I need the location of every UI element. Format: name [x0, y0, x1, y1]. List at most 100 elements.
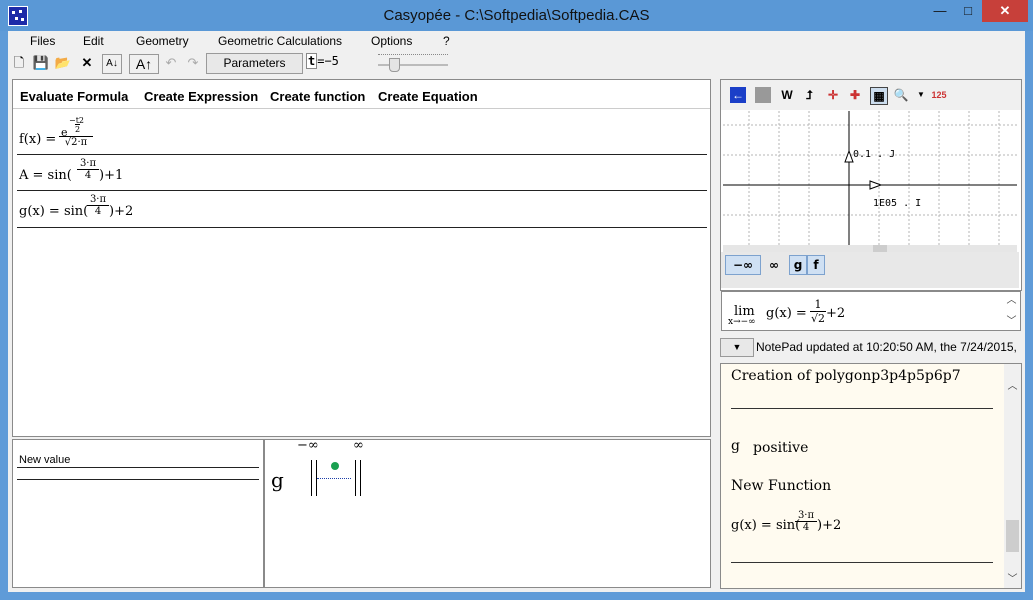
expr-a-den: 4	[77, 169, 99, 181]
limit-result: lim x→−∞ g(x) = 1 √2 +2 ︿ ﹀	[721, 291, 1021, 331]
expression-f[interactable]: f(x) = e −t2 2 √2·π	[17, 116, 707, 155]
evaluate-formula-button[interactable]: Evaluate Formula	[20, 89, 128, 104]
expr-g-den: 4	[87, 205, 109, 217]
scale-icon[interactable]: 125	[931, 87, 947, 103]
t-value: =−5	[317, 54, 339, 68]
expr-f-fraction: e −t2 2 √2·π	[59, 116, 93, 148]
notepad-g-den: 4	[795, 521, 817, 533]
infinity-button[interactable]: ∞	[761, 255, 787, 275]
cross-icon[interactable]: ✚	[847, 87, 863, 103]
expr-g-lhs: g(x) = sin(	[19, 204, 89, 219]
new-file-icon[interactable]: 🗋	[10, 54, 28, 72]
right-bar	[355, 460, 361, 496]
menu-options[interactable]: Options	[371, 34, 412, 48]
minus-infinity-button[interactable]: −∞	[725, 255, 761, 275]
notepad-g-rhs: )+2	[817, 518, 842, 533]
expression-a[interactable]: A = sin( 3·π 4 )+1	[17, 156, 707, 191]
window-w-icon[interactable]: W	[779, 87, 795, 103]
axes-icon[interactable]: ⮥	[801, 87, 817, 103]
t-label: t	[306, 53, 318, 69]
window-title: Casyopée - C:\Softpedia\Softpedia.CAS	[383, 7, 650, 24]
menu-help[interactable]: ?	[443, 34, 450, 48]
maximize-button[interactable]: □	[954, 0, 982, 22]
limit-scrollbar[interactable]: ︿ ﹀	[1003, 292, 1020, 330]
notepad-g-lhs: g(x) = sin(	[731, 518, 801, 533]
close-button[interactable]: ✕	[982, 0, 1028, 22]
back-arrow-icon[interactable]: ←	[730, 87, 746, 103]
notepad-scroll-down-icon[interactable]: ﹀	[1004, 571, 1021, 588]
graph-panel: ← W ⮥ ✛ ✚ ▦ 🔍 ▼ 125 0.1 . J 1E05 . I −∞ …	[720, 79, 1022, 291]
grid	[723, 111, 1017, 245]
increase-font-icon[interactable]: A↑	[129, 54, 159, 74]
redo-icon[interactable]: ↷	[184, 54, 202, 72]
create-expression-button[interactable]: Create Expression	[144, 89, 258, 104]
undo-icon[interactable]: ↶	[162, 54, 180, 72]
lim-expr: g(x) =	[766, 306, 807, 321]
scroll-up-icon[interactable]: ︿	[1003, 292, 1020, 309]
notepad-scrollbar[interactable]: ︿ ﹀	[1004, 364, 1021, 588]
expr-f-exp2: 2	[75, 124, 81, 134]
graph-hscroll[interactable]	[723, 245, 1017, 252]
command-bar: Evaluate Formula Create Expression Creat…	[13, 80, 710, 109]
minimize-button[interactable]: —	[926, 0, 954, 22]
expression-g[interactable]: g(x) = sin( 3·π 4 )+2	[17, 192, 707, 228]
create-equation-button[interactable]: Create Equation	[378, 89, 478, 104]
expr-a-fraction: 3·π 4	[77, 158, 99, 181]
notepad-g-fraction: 3·π 4	[795, 510, 817, 533]
new-value-label: New value	[19, 454, 71, 466]
t-slider-thumb[interactable]	[389, 58, 400, 72]
expr-g-fraction: 3·π 4	[87, 194, 109, 217]
notepad: Creation of polygonp3p4p5p6p7 g positive…	[720, 363, 1022, 589]
plot-area[interactable]: 0.1 . J 1E05 . I	[723, 111, 1017, 245]
notepad-dropdown-button[interactable]: ▼	[720, 338, 754, 357]
variation-func: g	[271, 468, 284, 492]
title-bar: Casyopée - C:\Softpedia\Softpedia.CAS — …	[0, 0, 1033, 31]
limit-buttons: −∞ ∞ g f	[721, 252, 1019, 288]
grid-icon[interactable]: ▦	[870, 87, 888, 105]
notepad-g-num: 3·π	[797, 510, 815, 521]
expr-f-base: e	[61, 126, 68, 139]
create-function-button[interactable]: Create function	[270, 89, 365, 104]
zoom-dropdown-icon[interactable]: ▼	[913, 87, 929, 103]
main-toolbar: 🗋 💾 📂 ✕ A↓ A↑ ↶ ↷ Parameters t =−5	[8, 51, 1025, 75]
graph-toolbar: ← W ⮥ ✛ ✚ ▦ 🔍 ▼ 125	[721, 80, 1021, 110]
menu-edit[interactable]: Edit	[83, 34, 104, 48]
open-folder-icon[interactable]: 📂	[54, 54, 72, 72]
menu-bar: Files Edit Geometry Geometric Calculatio…	[8, 31, 1025, 51]
notepad-new-function: New Function	[731, 478, 832, 494]
variation-right-bound: ∞	[353, 438, 364, 453]
scroll-down-icon[interactable]: ﹀	[1003, 313, 1020, 330]
new-value-panel: New value	[12, 439, 264, 588]
g-function-button[interactable]: g	[789, 255, 807, 275]
menu-files[interactable]: Files	[30, 34, 55, 48]
expr-a-rhs: )+1	[99, 168, 124, 183]
new-value-input[interactable]	[17, 479, 259, 480]
menu-geometry[interactable]: Geometry	[136, 34, 189, 48]
window-frame: Casyopée - C:\Softpedia\Softpedia.CAS — …	[0, 0, 1033, 600]
notepad-divider	[731, 408, 993, 409]
variation-left-bound: −∞	[297, 438, 319, 453]
expr-g-rhs: )+2	[109, 204, 134, 219]
notepad-status: ▼ NotePad updated at 10:20:50 AM, the 7/…	[720, 336, 1025, 358]
y-vector-arrow	[844, 149, 854, 163]
expr-a-lhs: A = sin(	[19, 168, 72, 183]
point-icon[interactable]: ✛	[825, 87, 841, 103]
f-function-button[interactable]: f	[807, 255, 825, 275]
save-icon[interactable]: 💾	[32, 54, 50, 72]
t-parameter: t =−5	[306, 53, 339, 69]
x-unit-label: 1E05 . I	[873, 198, 921, 209]
notepad-scroll-thumb[interactable]	[1006, 520, 1019, 552]
lim-num: 1	[814, 298, 822, 311]
variation-point[interactable]	[331, 462, 339, 470]
y-unit-label: 0.1 . J	[853, 149, 895, 160]
parameters-button[interactable]: Parameters	[206, 53, 303, 74]
variation-table-panel: g −∞ ∞	[264, 438, 711, 588]
menu-geometric-calculations[interactable]: Geometric Calculations	[218, 34, 342, 48]
stop-icon[interactable]	[755, 87, 771, 103]
notepad-scroll-up-icon[interactable]: ︿	[1004, 378, 1021, 395]
decrease-font-icon[interactable]: A↓	[102, 54, 122, 74]
delete-icon[interactable]: ✕	[78, 54, 96, 72]
zoom-icon[interactable]: 🔍	[893, 87, 909, 103]
notepad-status-text: NotePad updated at 10:20:50 AM, the 7/24…	[756, 340, 1017, 354]
expr-f-lhs: f(x) =	[19, 132, 57, 147]
